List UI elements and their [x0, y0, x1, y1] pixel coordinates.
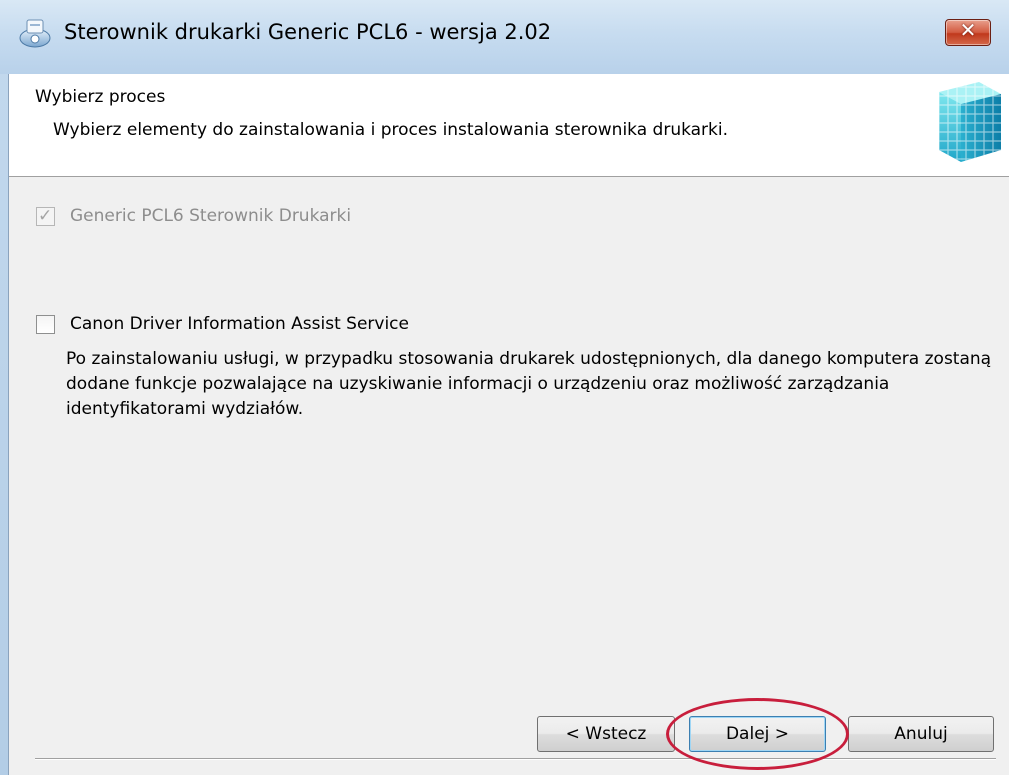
wizard-body: ✓ Generic PCL6 Sterownik Drukarki Canon …: [9, 177, 1009, 775]
printer-setup-icon: [19, 19, 51, 48]
step-title: Wybierz proces: [35, 87, 166, 107]
option2-checkbox[interactable]: [36, 315, 55, 334]
installer-window: Sterownik drukarki Generic PCL6 - wersja…: [0, 0, 1009, 775]
step-subtitle: Wybierz elementy do zainstalowania i pro…: [53, 120, 729, 140]
close-icon: ✕: [959, 18, 977, 42]
close-button[interactable]: ✕: [945, 18, 991, 46]
client-area: Wybierz proces Wybierz elementy do zains…: [8, 74, 1009, 775]
back-button[interactable]: < Wstecz: [537, 716, 675, 752]
window-title: Sterownik drukarki Generic PCL6 - wersja…: [64, 20, 552, 44]
cube-grid-icon: [939, 82, 1001, 162]
cancel-button[interactable]: Anuluj: [848, 716, 994, 752]
option1-checkbox: ✓: [36, 206, 55, 226]
checkmark-icon: ✓: [38, 206, 53, 226]
wizard-header: Wybierz proces Wybierz elementy do zains…: [9, 74, 1009, 177]
option2-description: Po zainstalowaniu usługi, w przypadku st…: [66, 349, 992, 419]
next-button[interactable]: Dalej >: [689, 716, 826, 752]
option2-label[interactable]: Canon Driver Information Assist Service: [70, 314, 409, 334]
option1-label: Generic PCL6 Sterownik Drukarki: [70, 206, 352, 226]
footer-separator: [35, 758, 996, 760]
title-bar[interactable]: Sterownik drukarki Generic PCL6 - wersja…: [0, 0, 1009, 74]
